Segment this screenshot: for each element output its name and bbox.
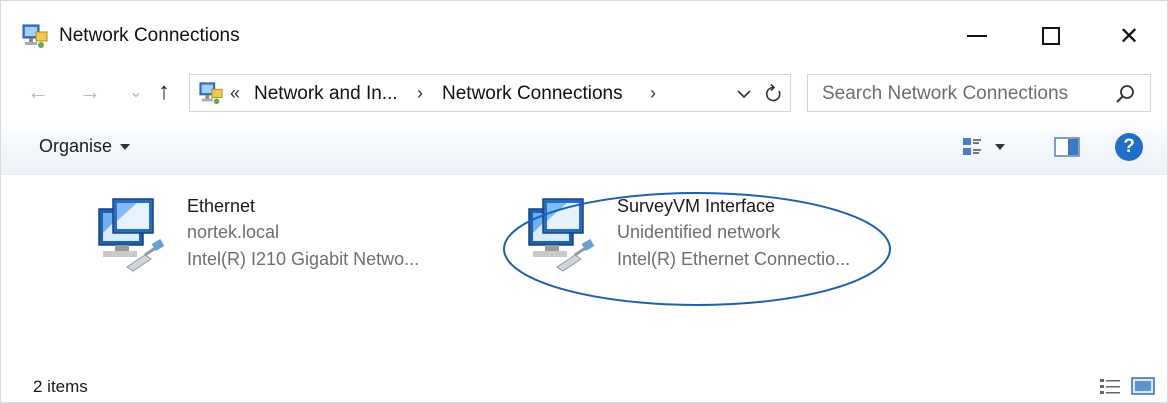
network-adapter-icon (528, 198, 595, 272)
breadcrumb-separator[interactable]: › (417, 83, 423, 104)
connection-item-ethernet[interactable]: Ethernet nortek.local Intel(R) I210 Giga… (93, 185, 473, 285)
details-view-icon[interactable] (1099, 377, 1121, 395)
minimize-icon (967, 35, 987, 37)
title-bar[interactable]: Network Connections ✕ (1, 1, 1167, 69)
breadcrumb-overflow-button[interactable]: « (230, 83, 240, 104)
breadcrumb-network-connections[interactable]: Network Connections (442, 83, 623, 105)
help-icon: ? (1123, 136, 1135, 157)
refresh-icon[interactable] (764, 83, 784, 105)
back-arrow-icon: ← (27, 79, 49, 104)
large-icons-view-icon[interactable] (1131, 376, 1155, 396)
connection-adapter: Intel(R) I210 Gigabit Netwo... (187, 249, 420, 269)
change-view-button[interactable] (961, 133, 1021, 161)
window-title: Network Connections (59, 25, 240, 46)
recent-locations-button[interactable]: ⌄ (121, 77, 151, 107)
minimize-button[interactable] (949, 15, 1005, 57)
maximize-button[interactable] (1023, 15, 1079, 57)
connection-network: nortek.local (187, 222, 280, 242)
connection-network: Unidentified network (617, 222, 781, 242)
item-count: 2 items (33, 377, 88, 396)
forward-button[interactable]: → (75, 77, 105, 107)
organise-menu-button[interactable]: Organise (39, 136, 131, 157)
connection-adapter: Intel(R) Ethernet Connectio... (617, 249, 851, 269)
maximize-icon (1042, 27, 1060, 45)
organise-label: Organise (39, 136, 113, 156)
address-bar[interactable]: « Network and In... › Network Connection… (189, 74, 791, 112)
file-list: Ethernet nortek.local Intel(R) I210 Giga… (1, 177, 1167, 367)
network-connections-icon (22, 24, 48, 48)
connection-details: Ethernet nortek.local Intel(R) I210 Giga… (187, 193, 419, 273)
back-button[interactable]: ← (23, 77, 53, 107)
chevron-down-icon: ⌄ (129, 84, 143, 101)
address-dropdown-icon[interactable] (734, 84, 754, 104)
connection-name: Ethernet (187, 196, 256, 216)
network-adapter-icon (98, 198, 165, 272)
navigation-row: ← → ⌄ ↑ « Network and In... › Network Co… (1, 71, 1167, 113)
close-button[interactable]: ✕ (1101, 15, 1157, 57)
network-connections-icon (199, 82, 223, 105)
preview-pane-icon[interactable] (1053, 134, 1081, 160)
forward-arrow-icon: → (79, 79, 101, 104)
up-button[interactable]: ↑ (149, 77, 179, 107)
status-bar: 2 items (1, 367, 1167, 403)
command-bar: Organise ? (1, 119, 1167, 175)
up-arrow-icon: ↑ (158, 78, 170, 105)
breadcrumb-separator[interactable]: › (650, 83, 656, 104)
search-icon[interactable] (1114, 83, 1136, 105)
connection-item-surveyvm-interface[interactable]: SurveyVM Interface Unidentified network … (523, 185, 903, 285)
search-input[interactable]: Search Network Connections (822, 83, 1068, 105)
network-connections-window: Network Connections ✕ ← → ⌄ ↑ « Network … (0, 0, 1168, 403)
connection-name: SurveyVM Interface (617, 196, 776, 216)
close-icon: ✕ (1118, 22, 1140, 50)
caret-down-icon (995, 144, 1005, 150)
help-button[interactable]: ? (1115, 133, 1143, 161)
breadcrumb-network-and-internet[interactable]: Network and In... (254, 83, 398, 105)
connection-details: SurveyVM Interface Unidentified network … (617, 193, 850, 273)
search-box[interactable]: Search Network Connections (807, 74, 1151, 112)
view-options-icon (963, 138, 981, 155)
caret-down-icon (120, 143, 131, 150)
